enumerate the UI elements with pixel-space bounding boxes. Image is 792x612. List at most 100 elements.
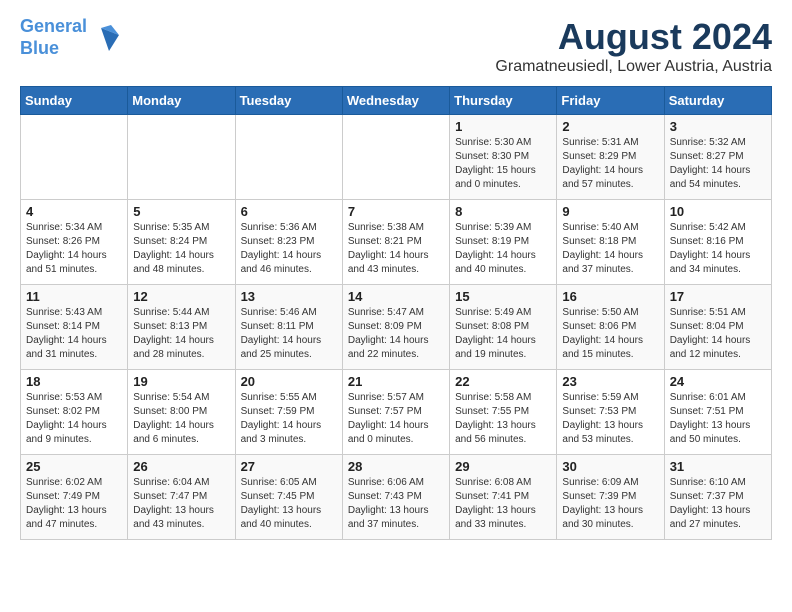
day-info: Sunrise: 6:05 AMSunset: 7:45 PMDaylight:… <box>241 476 337 532</box>
calendar-cell: 4 Sunrise: 5:34 AMSunset: 8:26 PMDaylight… <box>21 200 128 285</box>
day-number: 2 <box>562 119 658 134</box>
logo-general: General <box>20 16 87 36</box>
calendar-cell <box>342 115 449 200</box>
day-number: 6 <box>241 204 337 219</box>
day-number: 20 <box>241 374 337 389</box>
weekday-header-saturday: Saturday <box>664 87 771 115</box>
day-number: 23 <box>562 374 658 389</box>
day-info: Sunrise: 6:08 AMSunset: 7:41 PMDaylight:… <box>455 476 551 532</box>
calendar-cell: 15 Sunrise: 5:49 AMSunset: 8:08 PMDayligh… <box>450 285 557 370</box>
day-number: 29 <box>455 459 551 474</box>
calendar-cell: 31 Sunrise: 6:10 AMSunset: 7:37 PMDayligh… <box>664 455 771 540</box>
day-info: Sunrise: 5:43 AMSunset: 8:14 PMDaylight:… <box>26 306 122 362</box>
calendar-subtitle: Gramatneusiedl, Lower Austria, Austria <box>495 58 772 76</box>
day-info: Sunrise: 5:54 AMSunset: 8:00 PMDaylight:… <box>133 391 229 447</box>
calendar-cell: 12 Sunrise: 5:44 AMSunset: 8:13 PMDayligh… <box>128 285 235 370</box>
calendar-cell: 14 Sunrise: 5:47 AMSunset: 8:09 PMDayligh… <box>342 285 449 370</box>
day-number: 5 <box>133 204 229 219</box>
day-number: 21 <box>348 374 444 389</box>
day-info: Sunrise: 5:42 AMSunset: 8:16 PMDaylight:… <box>670 221 766 277</box>
day-info: Sunrise: 5:47 AMSunset: 8:09 PMDaylight:… <box>348 306 444 362</box>
day-number: 24 <box>670 374 766 389</box>
day-number: 11 <box>26 289 122 304</box>
week-row-2: 4 Sunrise: 5:34 AMSunset: 8:26 PMDaylight… <box>21 200 772 285</box>
calendar-cell: 24 Sunrise: 6:01 AMSunset: 7:51 PMDayligh… <box>664 370 771 455</box>
day-number: 4 <box>26 204 122 219</box>
week-row-3: 11 Sunrise: 5:43 AMSunset: 8:14 PMDayligh… <box>21 285 772 370</box>
day-number: 10 <box>670 204 766 219</box>
day-info: Sunrise: 5:44 AMSunset: 8:13 PMDaylight:… <box>133 306 229 362</box>
day-info: Sunrise: 5:38 AMSunset: 8:21 PMDaylight:… <box>348 221 444 277</box>
calendar-title: August 2024 <box>495 16 772 58</box>
calendar-cell: 3Sunrise: 5:32 AMSunset: 8:27 PMDaylight… <box>664 115 771 200</box>
weekday-header-tuesday: Tuesday <box>235 87 342 115</box>
calendar-cell: 16Sunrise: 5:50 AMSunset: 8:06 PMDayligh… <box>557 285 664 370</box>
calendar-cell: 5 Sunrise: 5:35 AMSunset: 8:24 PMDaylight… <box>128 200 235 285</box>
day-info: Sunrise: 5:50 AMSunset: 8:06 PMDaylight:… <box>562 306 658 362</box>
day-number: 17 <box>670 289 766 304</box>
day-number: 8 <box>455 204 551 219</box>
day-number: 3 <box>670 119 766 134</box>
title-block: August 2024 Gramatneusiedl, Lower Austri… <box>495 16 772 76</box>
day-info: Sunrise: 6:06 AMSunset: 7:43 PMDaylight:… <box>348 476 444 532</box>
day-number: 7 <box>348 204 444 219</box>
day-info: Sunrise: 5:40 AMSunset: 8:18 PMDaylight:… <box>562 221 658 277</box>
day-number: 27 <box>241 459 337 474</box>
weekday-header-sunday: Sunday <box>21 87 128 115</box>
week-row-1: 1Sunrise: 5:30 AMSunset: 8:30 PMDaylight… <box>21 115 772 200</box>
day-number: 31 <box>670 459 766 474</box>
day-number: 30 <box>562 459 658 474</box>
calendar-cell: 10 Sunrise: 5:42 AMSunset: 8:16 PMDayligh… <box>664 200 771 285</box>
day-number: 26 <box>133 459 229 474</box>
calendar-cell: 11 Sunrise: 5:43 AMSunset: 8:14 PMDayligh… <box>21 285 128 370</box>
day-number: 22 <box>455 374 551 389</box>
day-number: 12 <box>133 289 229 304</box>
day-info: Sunrise: 5:35 AMSunset: 8:24 PMDaylight:… <box>133 221 229 277</box>
calendar-table: SundayMondayTuesdayWednesdayThursdayFrid… <box>20 86 772 540</box>
day-info: Sunrise: 6:01 AMSunset: 7:51 PMDaylight:… <box>670 391 766 447</box>
calendar-cell: 17 Sunrise: 5:51 AMSunset: 8:04 PMDayligh… <box>664 285 771 370</box>
calendar-cell: 9 Sunrise: 5:40 AMSunset: 8:18 PMDaylight… <box>557 200 664 285</box>
page-header: General Blue August 2024 Gramatneusiedl,… <box>20 16 772 76</box>
day-info: Sunrise: 5:55 AMSunset: 7:59 PMDaylight:… <box>241 391 337 447</box>
calendar-cell: 1Sunrise: 5:30 AMSunset: 8:30 PMDaylight… <box>450 115 557 200</box>
day-info: Sunrise: 5:58 AMSunset: 7:55 PMDaylight:… <box>455 391 551 447</box>
day-number: 14 <box>348 289 444 304</box>
calendar-cell: 6 Sunrise: 5:36 AMSunset: 8:23 PMDaylight… <box>235 200 342 285</box>
calendar-cell: 2Sunrise: 5:31 AMSunset: 8:29 PMDaylight… <box>557 115 664 200</box>
calendar-cell: 21Sunrise: 5:57 AMSunset: 7:57 PMDayligh… <box>342 370 449 455</box>
day-info: Sunrise: 6:10 AMSunset: 7:37 PMDaylight:… <box>670 476 766 532</box>
weekday-header-thursday: Thursday <box>450 87 557 115</box>
day-number: 15 <box>455 289 551 304</box>
day-info: Sunrise: 5:49 AMSunset: 8:08 PMDaylight:… <box>455 306 551 362</box>
day-info: Sunrise: 6:02 AMSunset: 7:49 PMDaylight:… <box>26 476 122 532</box>
logo-text: General Blue <box>20 16 87 59</box>
calendar-cell: 26 Sunrise: 6:04 AMSunset: 7:47 PMDayligh… <box>128 455 235 540</box>
weekday-header-wednesday: Wednesday <box>342 87 449 115</box>
weekday-row: SundayMondayTuesdayWednesdayThursdayFrid… <box>21 87 772 115</box>
day-info: Sunrise: 5:53 AMSunset: 8:02 PMDaylight:… <box>26 391 122 447</box>
day-info: Sunrise: 5:51 AMSunset: 8:04 PMDaylight:… <box>670 306 766 362</box>
calendar-cell: 13Sunrise: 5:46 AMSunset: 8:11 PMDayligh… <box>235 285 342 370</box>
calendar-cell: 25Sunrise: 6:02 AMSunset: 7:49 PMDayligh… <box>21 455 128 540</box>
week-row-5: 25Sunrise: 6:02 AMSunset: 7:49 PMDayligh… <box>21 455 772 540</box>
calendar-cell <box>235 115 342 200</box>
day-info: Sunrise: 5:39 AMSunset: 8:19 PMDaylight:… <box>455 221 551 277</box>
day-number: 28 <box>348 459 444 474</box>
day-info: Sunrise: 5:36 AMSunset: 8:23 PMDaylight:… <box>241 221 337 277</box>
day-info: Sunrise: 6:04 AMSunset: 7:47 PMDaylight:… <box>133 476 229 532</box>
day-number: 13 <box>241 289 337 304</box>
logo-blue: Blue <box>20 38 59 58</box>
day-info: Sunrise: 5:34 AMSunset: 8:26 PMDaylight:… <box>26 221 122 277</box>
day-info: Sunrise: 5:59 AMSunset: 7:53 PMDaylight:… <box>562 391 658 447</box>
calendar-cell: 19Sunrise: 5:54 AMSunset: 8:00 PMDayligh… <box>128 370 235 455</box>
calendar-cell <box>21 115 128 200</box>
day-number: 9 <box>562 204 658 219</box>
calendar-cell: 27 Sunrise: 6:05 AMSunset: 7:45 PMDayligh… <box>235 455 342 540</box>
day-number: 18 <box>26 374 122 389</box>
weekday-header-monday: Monday <box>128 87 235 115</box>
calendar-cell: 23 Sunrise: 5:59 AMSunset: 7:53 PMDayligh… <box>557 370 664 455</box>
calendar-cell: 20 Sunrise: 5:55 AMSunset: 7:59 PMDayligh… <box>235 370 342 455</box>
calendar-cell <box>128 115 235 200</box>
day-info: Sunrise: 6:09 AMSunset: 7:39 PMDaylight:… <box>562 476 658 532</box>
